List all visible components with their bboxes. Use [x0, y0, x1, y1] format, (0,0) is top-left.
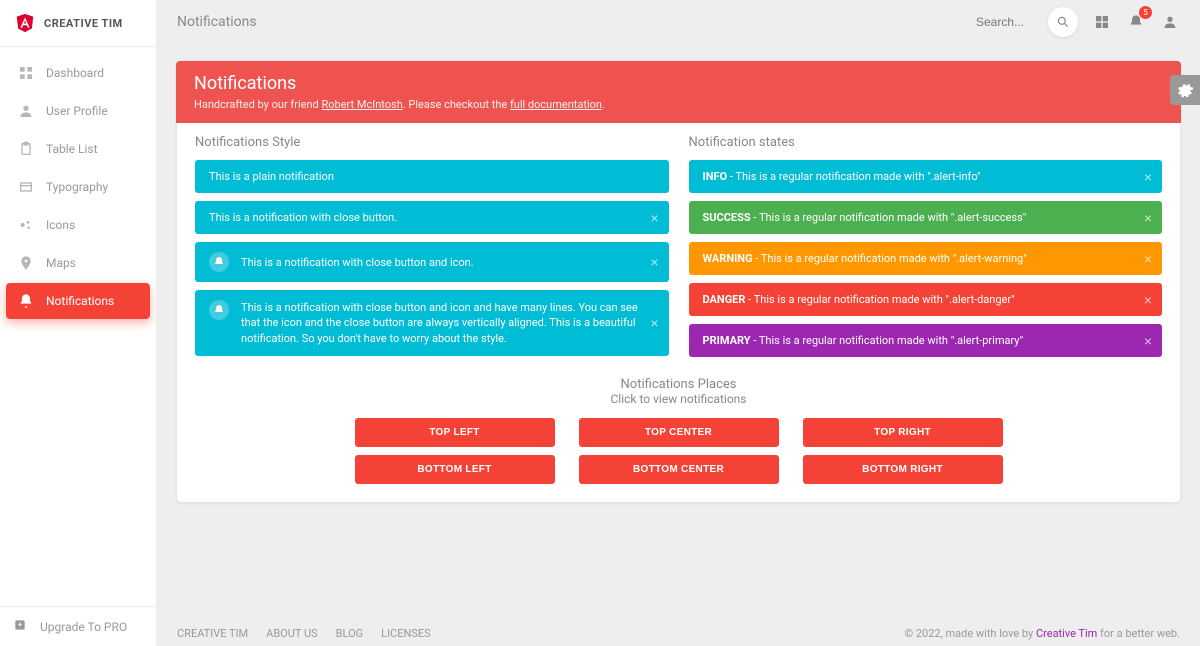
- sidebar-item-label: Dashboard: [46, 66, 104, 80]
- sidebar-item-typography[interactable]: Typography: [6, 169, 150, 205]
- notifications-card: Notifications Handcrafted by our friend …: [177, 61, 1180, 502]
- search-icon: [1056, 15, 1070, 29]
- upgrade-link[interactable]: Upgrade To PRO: [0, 606, 156, 646]
- footer: CREATIVE TIM ABOUT US BLOG LICENSES © 2022,…: [157, 621, 1200, 646]
- clipboard-icon: [18, 141, 34, 157]
- sidebar-item-label: Typography: [46, 180, 108, 194]
- styles-column: Notifications Style This is a plain noti…: [195, 135, 669, 365]
- close-icon[interactable]: ×: [650, 210, 658, 226]
- location-icon: [18, 255, 34, 271]
- notifications-button[interactable]: 5: [1126, 12, 1146, 32]
- brand-logo[interactable]: CREATIVE TIM: [0, 0, 156, 47]
- place-button-top-center[interactable]: TOP CENTER: [579, 418, 779, 447]
- person-icon: [18, 103, 34, 119]
- topbar-actions: 5: [968, 7, 1180, 37]
- sidebar-nav: Dashboard User Profile Table List Typogr…: [0, 47, 156, 606]
- angular-shield-icon: [14, 12, 36, 34]
- sidebar-item-icons[interactable]: Icons: [6, 207, 150, 243]
- sidebar-item-maps[interactable]: Maps: [6, 245, 150, 281]
- close-icon[interactable]: ×: [650, 315, 658, 331]
- alert-multiline: This is a notification with close button…: [195, 290, 669, 356]
- alert-primary: PRIMARY - This is a regular notification…: [689, 324, 1163, 357]
- close-icon[interactable]: ×: [1144, 169, 1152, 185]
- sidebar: CREATIVE TIM Dashboard User Profile Tabl…: [0, 0, 157, 646]
- sidebar-item-user-profile[interactable]: User Profile: [6, 93, 150, 129]
- account-button[interactable]: [1160, 12, 1180, 32]
- alert-success: SUCCESS - This is a regular notification…: [689, 201, 1163, 234]
- close-icon[interactable]: ×: [1144, 251, 1152, 267]
- footer-copyright: © 2022, made with love by Creative Tim f…: [905, 627, 1181, 640]
- bell-icon: [209, 252, 229, 272]
- alert-danger: DANGER - This is a regular notification …: [689, 283, 1163, 316]
- styles-heading: Notifications Style: [195, 135, 669, 150]
- sidebar-item-dashboard[interactable]: Dashboard: [6, 55, 150, 91]
- card-header: Notifications Handcrafted by our friend …: [176, 61, 1181, 123]
- close-icon[interactable]: ×: [1144, 210, 1152, 226]
- gear-icon: [1176, 81, 1194, 99]
- docs-link[interactable]: full documentation: [510, 98, 602, 111]
- search-wrap: [968, 7, 1078, 37]
- place-button-bottom-left[interactable]: BOTTOM LEFT: [355, 455, 555, 484]
- places-title: Notifications Places: [195, 377, 1162, 392]
- author-link[interactable]: Robert McIntosh: [321, 98, 402, 111]
- place-button-bottom-center[interactable]: BOTTOM CENTER: [579, 455, 779, 484]
- bell-icon: [209, 300, 229, 320]
- place-button-bottom-right[interactable]: BOTTOM RIGHT: [803, 455, 1003, 484]
- card-title: Notifications: [194, 73, 1163, 94]
- grid-icon: [1094, 14, 1110, 30]
- settings-button[interactable]: [1170, 75, 1200, 105]
- dashboard-icon: [18, 65, 34, 81]
- sidebar-item-label: User Profile: [46, 104, 108, 118]
- close-icon[interactable]: ×: [1144, 333, 1152, 349]
- person-icon: [1162, 14, 1178, 30]
- sidebar-item-notifications[interactable]: Notifications: [6, 283, 150, 319]
- upgrade-label: Upgrade To PRO: [40, 620, 127, 634]
- places-section: Notifications Places Click to view notif…: [195, 377, 1162, 484]
- sidebar-item-table-list[interactable]: Table List: [6, 131, 150, 167]
- alert-with-icon: This is a notification with close button…: [195, 242, 669, 282]
- bubble-icon: [18, 217, 34, 233]
- creative-tim-link[interactable]: Creative Tim: [1036, 627, 1097, 640]
- download-icon: [12, 617, 28, 636]
- search-button[interactable]: [1048, 7, 1078, 37]
- place-button-top-right[interactable]: TOP RIGHT: [803, 418, 1003, 447]
- library-icon: [18, 179, 34, 195]
- sidebar-item-label: Notifications: [46, 294, 114, 308]
- footer-link-blog[interactable]: BLOG: [336, 627, 364, 640]
- close-icon[interactable]: ×: [1144, 292, 1152, 308]
- alert-with-close: This is a notification with close button…: [195, 201, 669, 234]
- states-heading: Notification states: [689, 135, 1163, 150]
- states-column: Notification states INFO - This is a reg…: [689, 135, 1163, 365]
- alert-info: INFO - This is a regular notification ma…: [689, 160, 1163, 193]
- card-subtitle: Handcrafted by our friend Robert McIntos…: [194, 98, 1163, 111]
- places-subtitle: Click to view notifications: [195, 392, 1162, 406]
- alert-warning: WARNING - This is a regular notification…: [689, 242, 1163, 275]
- sidebar-item-label: Maps: [46, 256, 76, 270]
- close-icon[interactable]: ×: [650, 254, 658, 270]
- footer-link-about-us[interactable]: ABOUT US: [266, 627, 317, 640]
- sidebar-item-label: Icons: [46, 218, 75, 232]
- main-content: Notifications 5 Notification: [157, 0, 1200, 646]
- dashboard-button[interactable]: [1092, 12, 1112, 32]
- alert-plain: This is a plain notification: [195, 160, 669, 193]
- page-title: Notifications: [177, 14, 257, 30]
- footer-link-creative-tim[interactable]: CREATIVE TIM: [177, 627, 248, 640]
- footer-link-licenses[interactable]: LICENSES: [381, 627, 431, 640]
- place-button-top-left[interactable]: TOP LEFT: [355, 418, 555, 447]
- footer-links: CREATIVE TIM ABOUT US BLOG LICENSES: [177, 627, 431, 640]
- search-input[interactable]: [968, 9, 1048, 35]
- bell-icon: [18, 293, 34, 309]
- topbar: Notifications 5: [157, 0, 1200, 44]
- brand-name: CREATIVE TIM: [44, 17, 123, 30]
- notification-badge: 5: [1139, 6, 1152, 19]
- sidebar-item-label: Table List: [46, 142, 98, 156]
